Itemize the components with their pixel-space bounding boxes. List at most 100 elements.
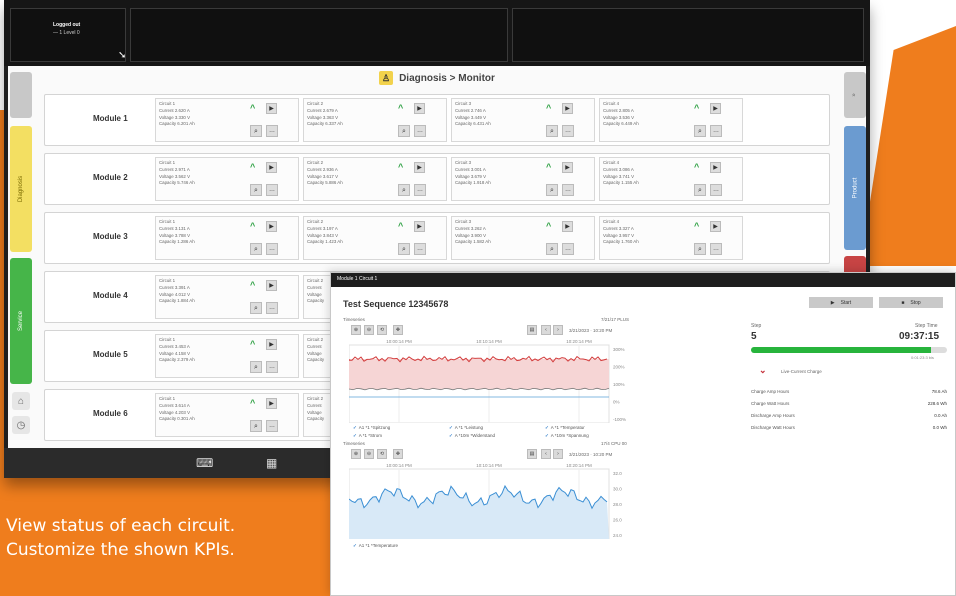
chevron-up-icon[interactable]: ^: [250, 221, 255, 231]
play-icon[interactable]: ▶: [266, 162, 277, 173]
search-icon[interactable]: ⌕: [250, 302, 262, 314]
circuit-card[interactable]: Circuit 2 Current 2.936 A Voltage 3.617 VC…: [303, 157, 447, 201]
legend-item[interactable]: ✓ A *10m *Spannung: [545, 433, 589, 439]
more-icon[interactable]: …: [562, 125, 574, 137]
search-icon[interactable]: ⌕: [250, 420, 262, 432]
chevron-up-icon[interactable]: ^: [694, 221, 699, 231]
keyboard-icon[interactable]: ⌨: [196, 456, 213, 470]
circuit-card[interactable]: Circuit 4 Current 3.086 A Voltage 3.741 VC…: [599, 157, 743, 201]
more-icon[interactable]: …: [414, 125, 426, 137]
search-icon[interactable]: ⌕: [546, 184, 558, 196]
chevron-up-icon[interactable]: ^: [546, 162, 551, 172]
search-icon[interactable]: ⌕: [694, 243, 706, 255]
play-icon[interactable]: ▶: [266, 221, 277, 232]
side-tab-grey-left[interactable]: [10, 72, 32, 118]
prev-icon[interactable]: ‹: [541, 325, 551, 335]
more-icon[interactable]: …: [414, 243, 426, 255]
next-icon[interactable]: ›: [553, 325, 563, 335]
legend-item[interactable]: ✓ A *10m *Widerstand: [449, 433, 495, 439]
circuit-card[interactable]: Circuit 1 Current 3.614 A Voltage 4.203 VC…: [155, 393, 299, 437]
play-icon[interactable]: ▶: [414, 221, 425, 232]
play-icon[interactable]: ▶: [266, 280, 277, 291]
more-icon[interactable]: …: [414, 184, 426, 196]
more-icon[interactable]: …: [266, 361, 278, 373]
legend-item[interactable]: ✓ A1 *1 *Temperature: [353, 543, 398, 549]
calendar-icon[interactable]: ▤: [527, 449, 537, 459]
home-icon[interactable]: ⌂: [12, 392, 30, 410]
more-icon[interactable]: …: [710, 243, 722, 255]
play-icon[interactable]: ▶: [562, 162, 573, 173]
side-tab-grey-right[interactable]: »: [844, 72, 866, 118]
legend-item[interactable]: ✓ A *1 *Leistung: [449, 425, 483, 431]
chevron-up-icon[interactable]: ^: [250, 280, 255, 290]
circuit-card[interactable]: Circuit 3 Current 3.262 A Voltage 3.900 VC…: [451, 216, 595, 260]
legend-item[interactable]: ✓ A1 *1 *Spitzung: [353, 425, 390, 431]
more-icon[interactable]: …: [710, 125, 722, 137]
calendar-icon[interactable]: ▤: [527, 325, 537, 335]
stop-button[interactable]: ■ Stop: [879, 297, 943, 308]
search-icon[interactable]: ⌕: [398, 243, 410, 255]
search-icon[interactable]: ⌕: [694, 125, 706, 137]
chevron-up-icon[interactable]: ^: [694, 162, 699, 172]
search-icon[interactable]: ⌕: [546, 125, 558, 137]
search-icon[interactable]: ⌕: [694, 184, 706, 196]
play-icon[interactable]: ▶: [710, 221, 721, 232]
more-icon[interactable]: …: [266, 125, 278, 137]
more-icon[interactable]: …: [266, 302, 278, 314]
play-icon[interactable]: ▶: [562, 103, 573, 114]
play-icon[interactable]: ▶: [710, 162, 721, 173]
prev-icon[interactable]: ‹: [541, 449, 551, 459]
circuit-card[interactable]: Circuit 4 Current 2.805 A Voltage 3.536 VC…: [599, 98, 743, 142]
search-icon[interactable]: ⌕: [398, 125, 410, 137]
tab-service[interactable]: Service: [10, 258, 32, 384]
chevron-down-icon[interactable]: ⌄: [759, 365, 767, 376]
chevron-up-icon[interactable]: ^: [250, 103, 255, 113]
circuit-card[interactable]: Circuit 2 Current 2.679 A Voltage 3.363 VC…: [303, 98, 447, 142]
circuit-card[interactable]: Circuit 2 Current 3.197 A Voltage 3.843 VC…: [303, 216, 447, 260]
circuit-card[interactable]: Circuit 1 Current 2.971 A Voltage 3.562 VC…: [155, 157, 299, 201]
zoom-reset-icon[interactable]: ⟲: [377, 325, 387, 335]
search-icon[interactable]: ⌕: [398, 184, 410, 196]
circuit-card[interactable]: Circuit 3 Current 3.001 A Voltage 3.679 VC…: [451, 157, 595, 201]
zoom-in-icon[interactable]: ⊕: [351, 449, 361, 459]
circuit-card[interactable]: Circuit 4 Current 3.327 A Voltage 3.957 VC…: [599, 216, 743, 260]
zoom-out-icon[interactable]: ⊖: [364, 325, 374, 335]
play-icon[interactable]: ▶: [562, 221, 573, 232]
chevron-up-icon[interactable]: ^: [398, 103, 403, 113]
chevron-up-icon[interactable]: ^: [250, 398, 255, 408]
play-icon[interactable]: ▶: [414, 103, 425, 114]
pan-icon[interactable]: ✥: [393, 325, 403, 335]
more-icon[interactable]: …: [562, 184, 574, 196]
legend-item[interactable]: ✓ A *1 *Strom: [353, 433, 382, 439]
play-icon[interactable]: ▶: [266, 398, 277, 409]
legend-item[interactable]: ✓ A *1 *Temperatur: [545, 425, 585, 431]
play-icon[interactable]: ▶: [414, 162, 425, 173]
tab-product[interactable]: Product: [844, 126, 866, 250]
zoom-out-icon[interactable]: ⊖: [364, 449, 374, 459]
circuit-card[interactable]: Circuit 1 Current 3.391 A Voltage 4.012 VC…: [155, 275, 299, 319]
more-icon[interactable]: …: [710, 184, 722, 196]
chevron-up-icon[interactable]: ^: [398, 162, 403, 172]
chevron-up-icon[interactable]: ^: [398, 221, 403, 231]
play-icon[interactable]: ▶: [710, 103, 721, 114]
zoom-in-icon[interactable]: ⊕: [351, 325, 361, 335]
chevron-up-icon[interactable]: ^: [694, 103, 699, 113]
start-button[interactable]: ▶ Start: [809, 297, 873, 308]
grid-icon[interactable]: ▦: [266, 456, 277, 470]
play-icon[interactable]: ▶: [266, 103, 277, 114]
more-icon[interactable]: …: [266, 243, 278, 255]
tab-diagnosis[interactable]: Diagnosis: [10, 126, 32, 252]
next-icon[interactable]: ›: [553, 449, 563, 459]
play-icon[interactable]: ▶: [266, 339, 277, 350]
search-icon[interactable]: ⌕: [250, 125, 262, 137]
search-icon[interactable]: ⌕: [546, 243, 558, 255]
chevron-up-icon[interactable]: ^: [250, 339, 255, 349]
more-icon[interactable]: …: [562, 243, 574, 255]
chevron-up-icon[interactable]: ^: [546, 103, 551, 113]
clock-icon[interactable]: ◷: [12, 416, 30, 434]
chevron-up-icon[interactable]: ^: [546, 221, 551, 231]
zoom-reset-icon[interactable]: ⟲: [377, 449, 387, 459]
chevron-up-icon[interactable]: ^: [250, 162, 255, 172]
circuit-card[interactable]: Circuit 3 Current 2.746 A Voltage 3.449 VC…: [451, 98, 595, 142]
circuit-card[interactable]: Circuit 1 Current 2.620 A Voltage 3.330 VC…: [155, 98, 299, 142]
